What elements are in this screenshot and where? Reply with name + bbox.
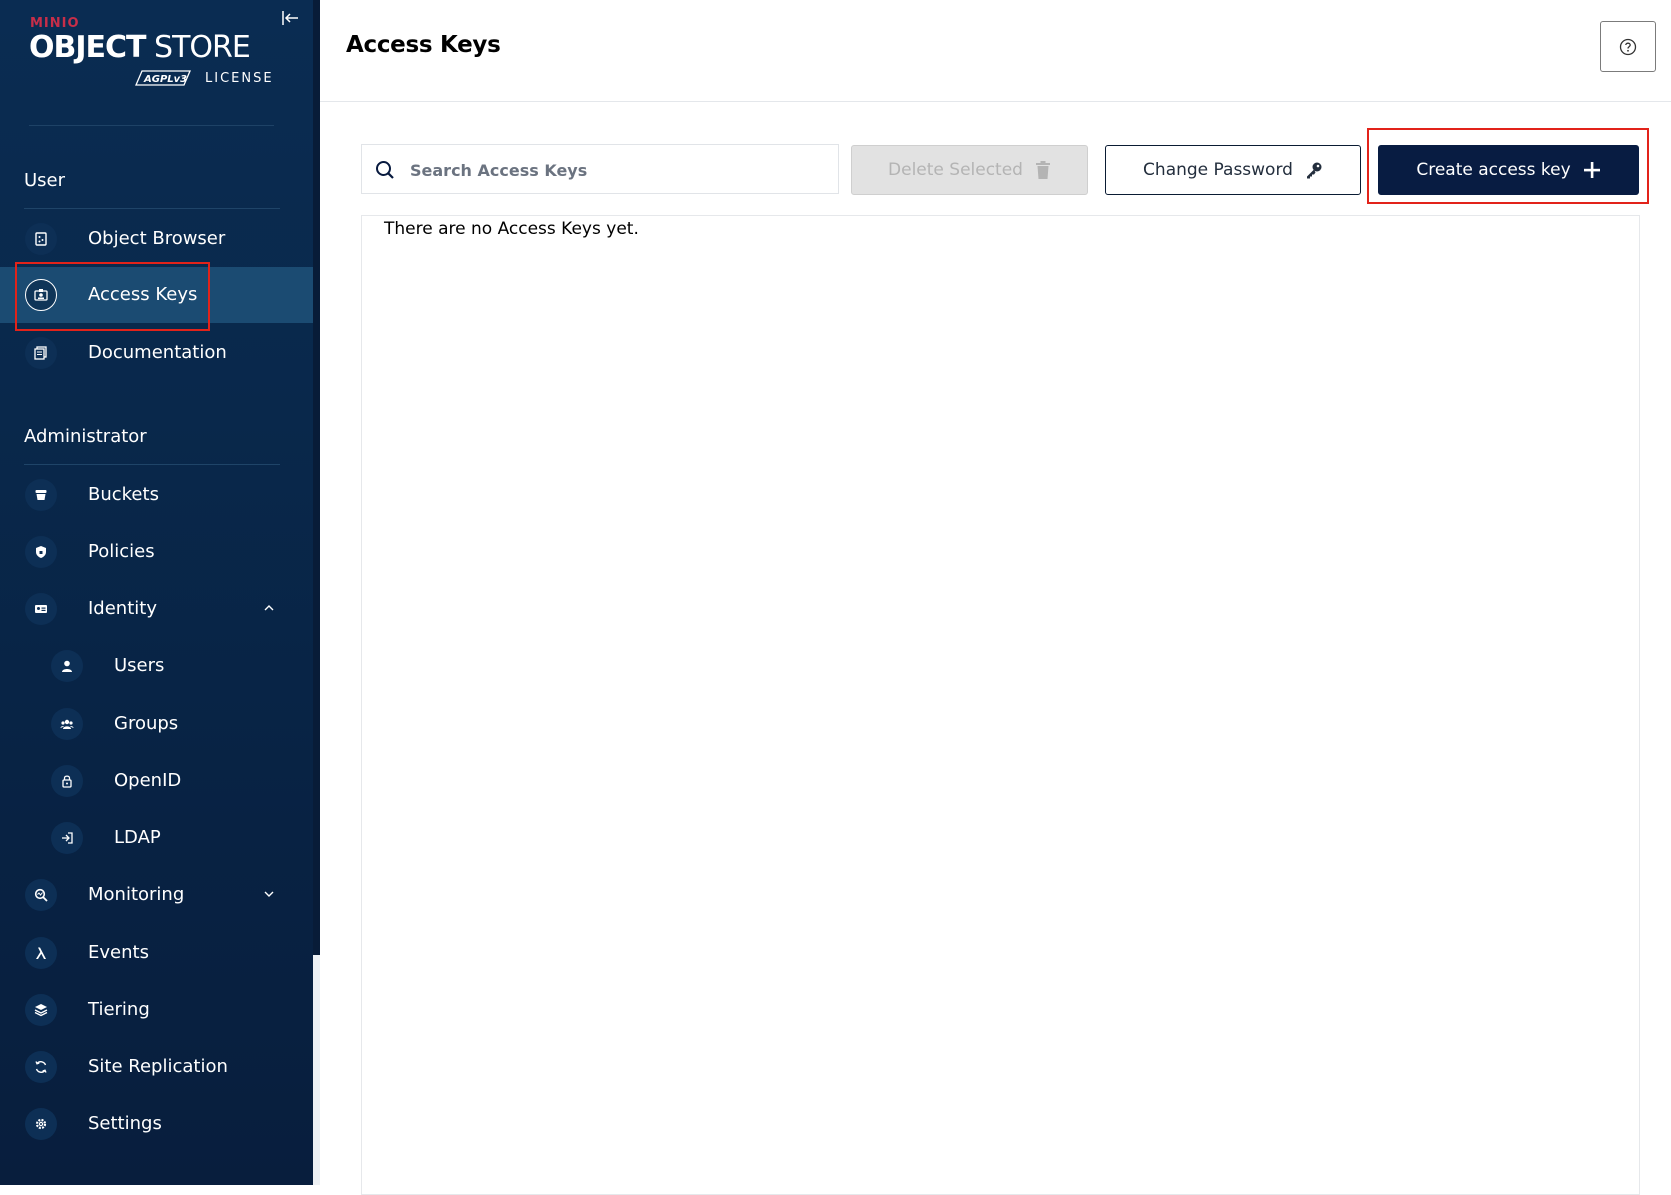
sidebar-item-label: LDAP (114, 827, 161, 848)
sidebar-item-label: Monitoring (88, 884, 185, 905)
site-replication-icon (25, 1051, 57, 1083)
sidebar-item-label: Object Browser (88, 228, 226, 249)
product-name: OBJECT STORE (29, 30, 251, 65)
chevron-down-icon[interactable] (262, 887, 276, 901)
settings-icon (25, 1108, 57, 1140)
sidebar-item-label: Documentation (88, 342, 227, 363)
sidebar-item-label: Site Replication (88, 1056, 228, 1077)
sidebar-item-events[interactable]: Events (0, 925, 313, 981)
help-icon (1619, 38, 1637, 55)
access-keys-list: There are no Access Keys yet. (361, 215, 1640, 1195)
sidebar-item-label: Users (114, 655, 165, 676)
brand-name: MINIO (30, 16, 80, 31)
sidebar-item-label: Events (88, 942, 149, 963)
documentation-icon (25, 337, 57, 369)
users-icon (51, 650, 83, 682)
buckets-icon (25, 479, 57, 511)
change-password-label: Change Password (1143, 160, 1293, 180)
object-browser-icon (25, 223, 57, 255)
sidebar-item-label: Tiering (88, 999, 150, 1020)
sidebar-scrollbar[interactable] (313, 0, 320, 1185)
logo-divider (29, 125, 274, 126)
groups-icon (51, 708, 83, 740)
collapse-sidebar-icon[interactable] (280, 8, 300, 28)
identity-icon (25, 593, 57, 625)
empty-list-message: There are no Access Keys yet. (384, 219, 639, 239)
sidebar-item-label: Buckets (88, 484, 159, 505)
sidebar-item-label: Policies (88, 541, 155, 562)
plus-icon (1583, 162, 1600, 178)
change-password-button[interactable]: Change Password (1105, 145, 1361, 195)
sidebar-item-label: Identity (88, 598, 157, 619)
sidebar-item-ldap[interactable]: LDAP (0, 810, 313, 866)
sidebar-item-object-browser[interactable]: Object Browser (0, 211, 313, 267)
page-header: Access Keys (320, 0, 1671, 102)
sidebar-item-label: OpenID (114, 770, 182, 791)
sidebar-item-settings[interactable]: Settings (0, 1096, 313, 1152)
sidebar-item-access-keys[interactable]: Access Keys (0, 267, 313, 323)
sidebar-item-site-replication[interactable]: Site Replication (0, 1039, 313, 1095)
sidebar-item-users[interactable]: Users (0, 638, 313, 694)
page-title: Access Keys (346, 32, 501, 58)
sidebar-item-identity[interactable]: Identity (0, 581, 313, 637)
monitoring-icon (25, 879, 57, 911)
scrollbar-track (313, 955, 320, 1185)
search-icon (376, 161, 394, 179)
section-divider (24, 464, 280, 465)
access-keys-icon (25, 279, 57, 311)
sidebar-item-buckets[interactable]: Buckets (0, 467, 313, 523)
sidebar: MINIO OBJECT STORE AGPLv3 LICENSE User O… (0, 0, 313, 1185)
delete-selected-label: Delete Selected (888, 160, 1023, 180)
ldap-icon (51, 822, 83, 854)
chevron-up-icon[interactable] (262, 601, 276, 615)
create-access-key-label: Create access key (1416, 160, 1571, 180)
tiering-icon (25, 994, 57, 1026)
search-access-keys[interactable] (361, 144, 839, 194)
policies-icon (25, 536, 57, 568)
section-label-administrator: Administrator (24, 426, 147, 447)
sidebar-item-label: Groups (114, 713, 179, 734)
delete-selected-button[interactable]: Delete Selected (851, 145, 1088, 195)
trash-icon (1035, 161, 1050, 179)
svg-text:AGPLv3: AGPLv3 (143, 74, 187, 85)
section-divider (24, 208, 280, 209)
license-label: LICENSE (205, 71, 274, 86)
sidebar-item-openid[interactable]: OpenID (0, 753, 313, 809)
sidebar-item-tiering[interactable]: Tiering (0, 982, 313, 1038)
key-icon (1306, 162, 1322, 179)
sidebar-item-label: Settings (88, 1113, 162, 1134)
sidebar-item-groups[interactable]: Groups (0, 696, 313, 752)
sidebar-item-policies[interactable]: Policies (0, 524, 313, 580)
openid-icon (51, 765, 83, 797)
sidebar-item-monitoring[interactable]: Monitoring (0, 867, 313, 923)
minio-logo: MINIO OBJECT STORE AGPLv3 LICENSE (29, 16, 275, 96)
search-input[interactable] (408, 155, 832, 185)
sidebar-item-label: Access Keys (88, 284, 198, 305)
agpl-badge-icon: AGPLv3 (135, 70, 191, 86)
sidebar-item-documentation[interactable]: Documentation (0, 325, 313, 381)
create-access-key-button[interactable]: Create access key (1378, 145, 1639, 195)
events-icon (25, 937, 57, 969)
help-button[interactable] (1600, 21, 1656, 72)
section-label-user: User (24, 170, 66, 191)
